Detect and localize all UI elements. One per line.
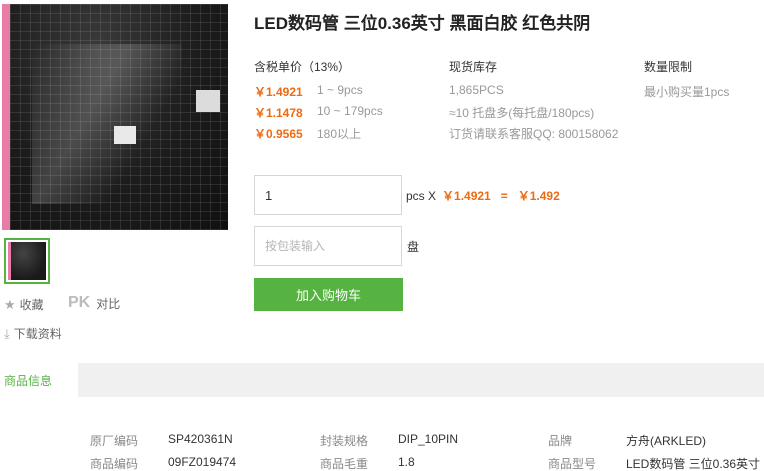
add-to-cart-button[interactable]: 加入购物车 [254,278,403,311]
favorite-label: 收藏 [19,298,44,312]
price-calculation: pcs X ￥1.4921 = ￥1.492 [406,187,560,204]
spec-label-brand: 品牌 [548,434,573,448]
tab-product-info[interactable]: 商品信息 [0,363,78,397]
spec-label-mfr-code: 原厂编码 [90,434,139,448]
spec-label-model: 商品型号 [548,457,597,471]
image-glare [32,44,182,204]
tier-qty-3: 180以上 [317,127,362,141]
info-tab-bar: 商品信息 [0,363,764,397]
thumbnail-image [8,242,46,280]
equals-sign: = [500,189,508,203]
pack-quantity-input[interactable] [254,226,402,266]
download-label: 下载资料 [13,327,62,341]
price-header: 含税单价（13%） [254,60,351,74]
tier-price-2: ￥1.1478 [254,106,303,120]
limit-header: 数量限制 [644,60,693,74]
product-main-image [2,4,228,230]
tier-qty-2: 10 ~ 179pcs [317,104,383,118]
image-label-sticker-2 [196,90,220,112]
favorite-button[interactable]: ★ 收藏 [4,296,44,313]
calc-unit-price: ￥1.4921 [442,189,491,203]
stock-contact: 订货请联系客服QQ: 800158062 [449,127,619,141]
spec-value-product-code: 09FZ019474 [168,455,237,469]
stock-header: 现货库存 [449,60,498,74]
calc-total: ￥1.492 [517,189,560,203]
product-title: LED数码管 三位0.36英寸 黑面白胶 红色共阴 [254,14,591,33]
unit-text: pcs X [406,189,437,203]
spec-value-model: LED数码管 三位0.36英寸 [626,457,761,471]
spec-label-package: 封装规格 [320,434,369,448]
tier-price-1: ￥1.4921 [254,85,303,99]
tier-price-3: ￥0.9565 [254,127,303,141]
spec-value-package: DIP_10PIN [398,432,459,446]
download-datasheet-link[interactable]: ⤓ 下载资料 [4,325,62,342]
stock-trays: ≈10 托盘多(每托盘/180pcs) [449,106,595,120]
limit-text: 最小购买量1pcs [644,85,730,99]
stock-quantity: 1,865PCS [449,83,504,97]
quantity-input[interactable] [254,175,402,215]
download-icon: ⤓ [4,325,10,341]
pack-unit-label: 盘 [407,240,420,254]
star-icon: ★ [4,296,16,312]
spec-value-weight: 1.8 [398,455,415,469]
image-label-sticker [114,126,136,144]
product-thumbnail[interactable] [4,238,50,284]
compare-button[interactable]: PK 对比 [68,294,120,312]
compare-label: 对比 [96,296,121,311]
spec-value-mfr-code: SP420361N [168,432,233,446]
spec-value-brand: 方舟(ARKLED) [626,434,707,448]
spec-label-weight: 商品毛重 [320,457,369,471]
pk-icon: PK [68,294,91,311]
tier-qty-1: 1 ~ 9pcs [317,83,363,97]
spec-label-product-code: 商品编码 [90,457,139,471]
